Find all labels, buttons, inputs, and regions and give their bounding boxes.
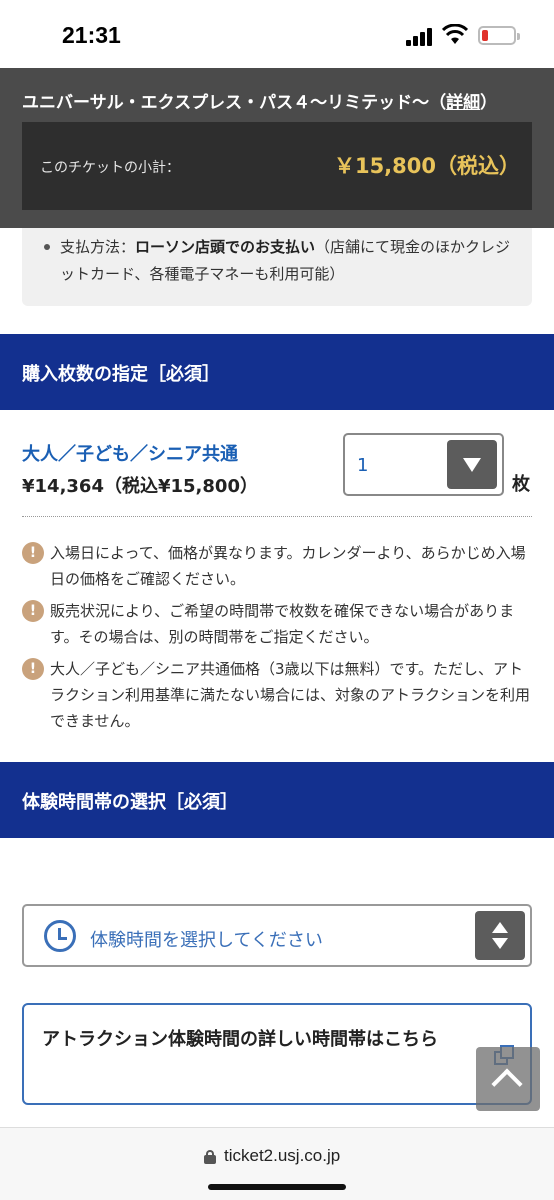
notice-text: 入場日によって、価格が異なります。カレンダーより、あらかじめ入場日の価格をご確認… [50,544,526,588]
notice-text: 販売状況により、ご希望の時間帯で枚数を確保できない場合があります。その場合は、別… [50,602,515,646]
notice-item: ! 入場日によって、価格が異なります。カレンダーより、あらかじめ入場日の価格をご… [22,540,532,592]
time-section-header: 体験時間帯の選択［必須］ [0,762,554,838]
time-slot-placeholder: 体験時間を選択してください [90,930,323,951]
bullet-icon [44,244,50,250]
warning-icon: ! [22,600,44,622]
quantity-select[interactable]: 1 [343,433,504,496]
quantity-section-header: 購入枚数の指定［必須］ [0,334,554,410]
wifi-icon [442,24,468,44]
time-slot-select[interactable]: 体験時間を選択してください [22,904,532,967]
scroll-to-top-button[interactable] [476,1047,540,1111]
attraction-times-link[interactable]: アトラクション体験時間の詳しい時間帯はこちら [22,1003,532,1105]
warning-icon: ! [22,658,44,680]
status-bar: 21:31 [0,0,554,68]
ticket-title: ユニバーサル・エクスプレス・パス４〜リミテッド〜（詳細） [22,93,498,113]
url-text[interactable]: ticket2.usj.co.jp [224,1146,340,1166]
dropdown-arrow-icon[interactable] [447,440,497,489]
ticket-type-label: 大人／子ども／シニア共通 [22,444,238,465]
quantity-unit: 枚 [512,474,530,495]
attraction-link-text: アトラクション体験時間の詳しい時間帯はこちら [42,1029,438,1050]
subtotal-box: このチケットの小計： ￥15,800（税込） [22,122,532,210]
quantity-value: 1 [357,455,369,476]
lock-icon [204,1150,216,1164]
home-indicator[interactable] [208,1184,346,1190]
browser-address-bar[interactable]: ticket2.usj.co.jp [0,1127,554,1200]
notice-item: ! 販売状況により、ご希望の時間帯で枚数を確保できない場合があります。その場合は… [22,598,532,650]
status-time: 21:31 [62,22,121,48]
up-down-arrows-icon[interactable] [475,911,525,960]
divider [22,516,532,517]
warning-icon: ! [22,542,44,564]
signal-icon [406,28,434,46]
detail-link[interactable]: 詳細 [446,93,480,113]
subtotal-value: ￥15,800（税込） [333,154,520,178]
ticket-price: ¥14,364（税込¥15,800） [22,476,258,497]
payment-method-text: 支払方法：ローソン店頭でのお支払い（店舗にて現金のほかクレジットカード、各種電子… [60,238,511,283]
clock-icon [44,920,76,952]
ticket-summary-header: ユニバーサル・エクスプレス・パス４〜リミテッド〜（詳細） このチケットの小計： … [0,68,554,228]
payment-info-box: 支払方法：ローソン店頭でのお支払い（店舗にて現金のほかクレジットカード、各種電子… [22,228,532,306]
notice-text: 大人／子ども／シニア共通価格（3歳以下は無料）です。ただし、アトラクション利用基… [50,660,531,730]
battery-icon [478,26,520,45]
subtotal-label: このチケットの小計： [40,160,180,176]
notice-item: ! 大人／子ども／シニア共通価格（3歳以下は無料）です。ただし、アトラクション利… [22,656,532,734]
